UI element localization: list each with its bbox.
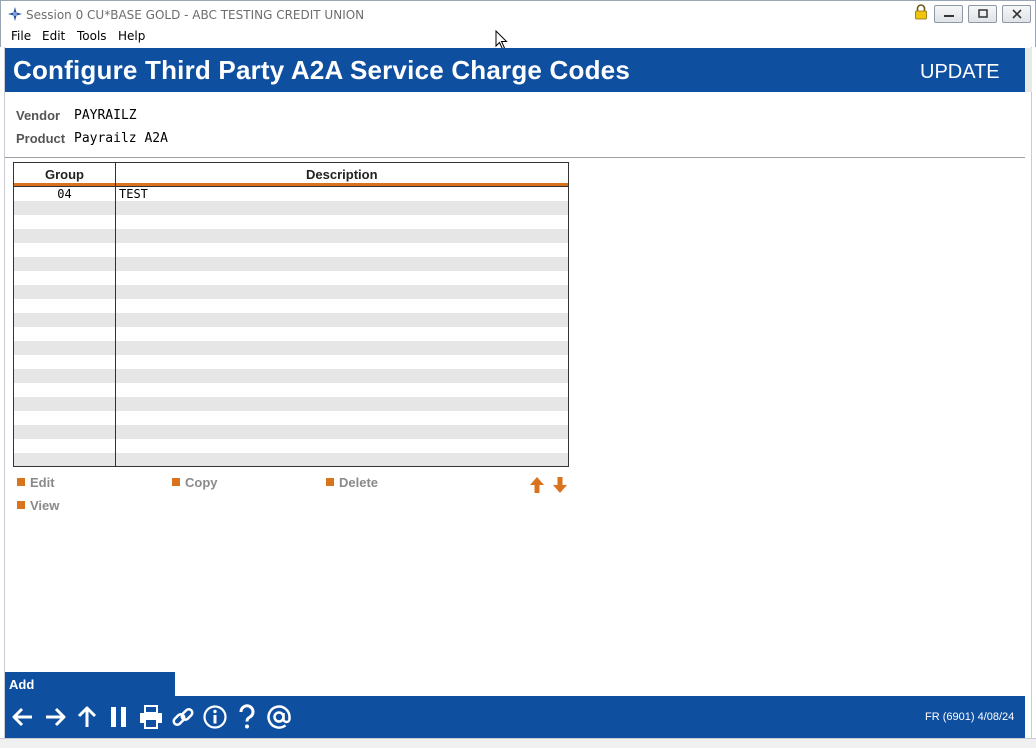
- service-charge-grid: Group Description 04 TEST: [13, 162, 569, 467]
- restore-icon: [978, 9, 988, 18]
- description-cell: TEST: [119, 187, 148, 201]
- forward-icon[interactable]: [42, 704, 68, 730]
- table-row: [14, 299, 568, 313]
- pause-icon[interactable]: [106, 704, 132, 730]
- delete-action-label: Delete: [339, 475, 379, 490]
- move-down-icon[interactable]: [553, 477, 567, 493]
- section-divider: [5, 157, 1025, 158]
- table-row: [14, 313, 568, 327]
- menu-help[interactable]: Help: [118, 29, 145, 43]
- table-row: [14, 369, 568, 383]
- bullet-icon: [17, 478, 25, 486]
- view-action[interactable]: View: [17, 498, 59, 513]
- up-icon[interactable]: [74, 704, 100, 730]
- menu-bar: File Edit Tools Help: [0, 28, 1036, 47]
- help-icon[interactable]: [234, 704, 260, 730]
- copy-action-label: Copy: [185, 475, 218, 490]
- window-title: Session 0 CU*BASE GOLD - ABC TESTING CRE…: [26, 8, 365, 22]
- view-action-label: View: [30, 498, 60, 513]
- table-row: [14, 397, 568, 411]
- back-icon[interactable]: [10, 704, 36, 730]
- table-row: [14, 201, 568, 215]
- table-row[interactable]: 04 TEST: [14, 187, 568, 201]
- edit-action-label: Edit: [30, 475, 55, 490]
- menu-edit[interactable]: Edit: [42, 29, 65, 43]
- table-row: [14, 327, 568, 341]
- table-row: [14, 355, 568, 369]
- maximize-button[interactable]: [968, 5, 997, 23]
- product-value: Payrailz A2A: [74, 131, 168, 146]
- table-row: [14, 425, 568, 439]
- table-row: [14, 439, 568, 453]
- lock-icon: [915, 4, 927, 20]
- grid-column-separator: [115, 163, 116, 466]
- table-row: [14, 229, 568, 243]
- email-icon[interactable]: [266, 704, 292, 730]
- window-bottom-edge: [0, 738, 1036, 748]
- bullet-icon: [172, 478, 180, 486]
- column-header-group[interactable]: Group: [45, 167, 84, 182]
- reorder-arrows: [530, 477, 567, 493]
- table-row: [14, 383, 568, 397]
- table-row: [14, 453, 568, 466]
- header-scroll-strip: [1025, 48, 1032, 92]
- menu-tools[interactable]: Tools: [77, 29, 107, 43]
- page-title: Configure Third Party A2A Service Charge…: [13, 55, 630, 85]
- edit-action[interactable]: Edit: [17, 475, 55, 490]
- status-text: FR (6901) 4/08/24: [925, 711, 1015, 723]
- delete-action[interactable]: Delete: [326, 475, 378, 490]
- copy-action[interactable]: Copy: [172, 475, 218, 490]
- table-row: [14, 341, 568, 355]
- add-button[interactable]: Add: [5, 672, 175, 696]
- info-icon[interactable]: [202, 704, 228, 730]
- vendor-value: PAYRAILZ: [74, 108, 137, 123]
- table-row: [14, 257, 568, 271]
- close-icon: [1012, 9, 1022, 19]
- grid-header: Group Description: [14, 163, 568, 183]
- table-row: [14, 215, 568, 229]
- table-row: [14, 411, 568, 425]
- print-icon[interactable]: [138, 704, 164, 730]
- vendor-label: Vendor: [16, 108, 61, 123]
- link-icon[interactable]: [170, 704, 196, 730]
- table-row: [14, 243, 568, 257]
- mode-label: UPDATE: [920, 61, 1000, 83]
- bullet-icon: [17, 501, 25, 509]
- grid-rows: 04 TEST: [14, 187, 568, 466]
- move-up-icon[interactable]: [530, 477, 544, 493]
- bullet-icon: [326, 478, 334, 486]
- table-row: [14, 285, 568, 299]
- column-header-description[interactable]: Description: [306, 167, 378, 182]
- table-row: [14, 271, 568, 285]
- minimize-button[interactable]: [934, 5, 963, 23]
- product-label: Product: [16, 131, 66, 146]
- menu-file[interactable]: File: [11, 29, 31, 43]
- close-button[interactable]: [1002, 5, 1031, 23]
- minimize-icon: [944, 15, 954, 17]
- footer-toolbar: FR (6901) 4/08/24: [5, 696, 1025, 738]
- group-cell: 04: [57, 187, 72, 201]
- page-header: Configure Third Party A2A Service Charge…: [5, 48, 1025, 92]
- app-logo-icon: [8, 7, 22, 21]
- window-titlebar: Session 0 CU*BASE GOLD - ABC TESTING CRE…: [0, 0, 1036, 28]
